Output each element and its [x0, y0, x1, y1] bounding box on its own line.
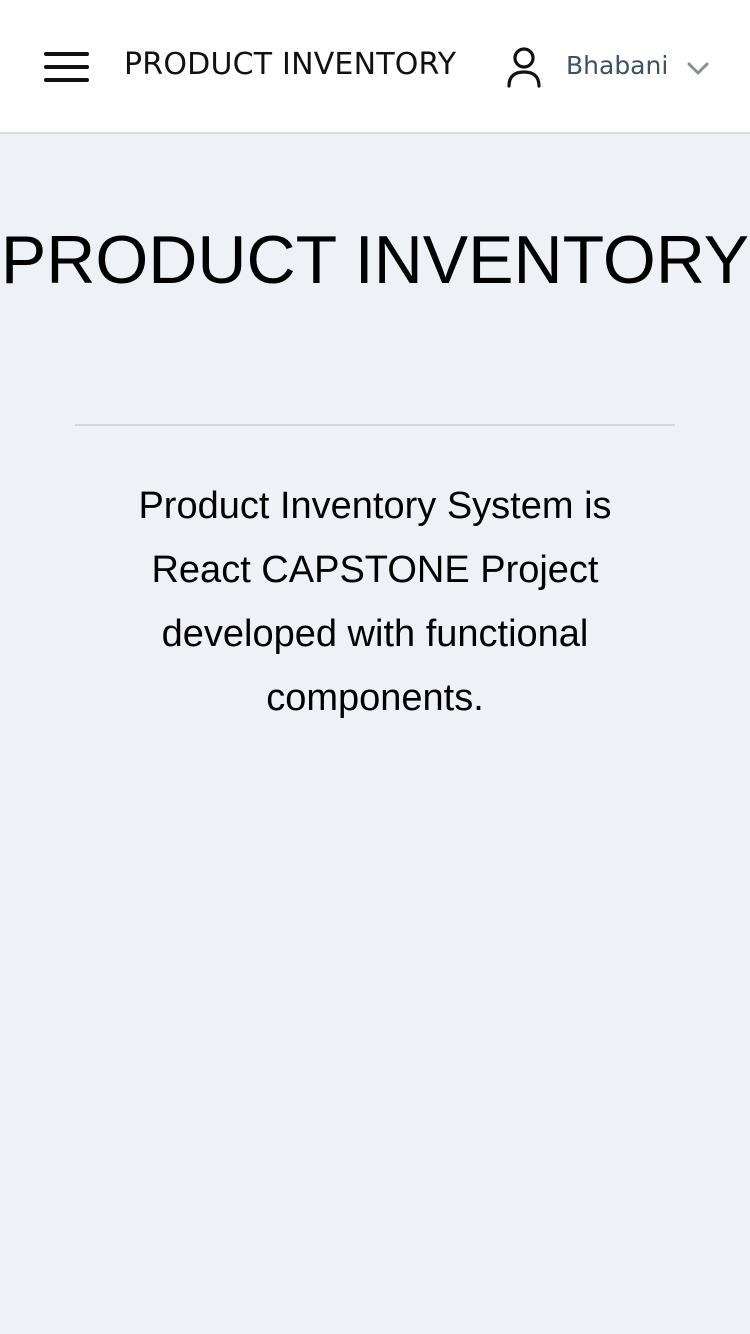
top-navbar: PRODUCT INVENTORY Bhabani	[0, 0, 750, 134]
page-description: Product Inventory System is React CAPSTO…	[138, 485, 612, 719]
page-title: PRODUCT INVENTORY	[0, 222, 750, 298]
chevron-down-icon	[687, 62, 709, 75]
user-icon	[507, 47, 541, 88]
hamburger-menu-icon[interactable]	[44, 50, 90, 84]
divider	[75, 424, 675, 426]
app-title: PRODUCT INVENTORY	[124, 47, 457, 82]
user-menu-dropdown[interactable]: Bhabani	[504, 44, 716, 90]
username-label: Bhabani	[566, 51, 669, 80]
